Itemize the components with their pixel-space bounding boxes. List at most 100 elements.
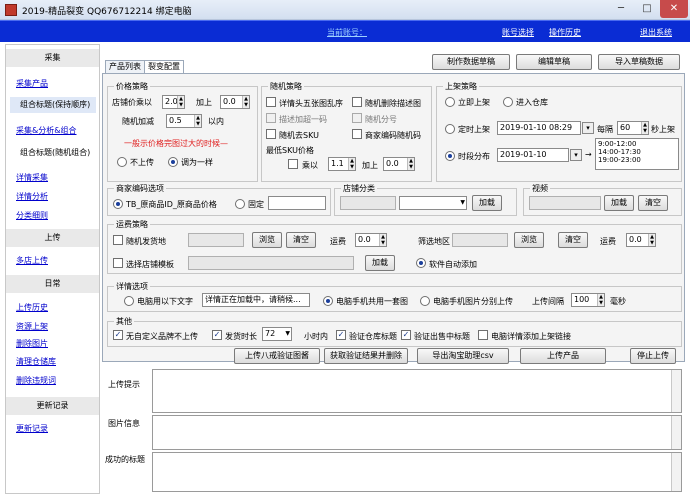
pc-text-input[interactable]: 详情正在加载中，请稍候... xyxy=(202,293,310,307)
image-info-textarea[interactable] xyxy=(152,415,682,450)
distribution-date-field[interactable]: 2019-01-10 xyxy=(497,148,569,162)
success-title-textarea[interactable] xyxy=(152,452,682,492)
sidebar-item-upload-history[interactable]: 上传历史 xyxy=(16,302,48,313)
shop-category-input[interactable] xyxy=(340,196,396,210)
sidebar-item-update-log[interactable]: 更新记录 xyxy=(16,423,48,434)
video-clear-button[interactable]: 清空 xyxy=(638,195,668,211)
time-distribution-radio[interactable] xyxy=(445,151,455,161)
sidebar-item-collect-product[interactable]: 采集产品 xyxy=(16,78,48,89)
filter-region-browse-button[interactable]: 浏览 xyxy=(514,232,544,248)
import-draft-button[interactable]: 导入草稿数据 xyxy=(598,54,680,70)
video-load-button[interactable]: 加载 xyxy=(604,195,634,211)
price-multiplier-stepper[interactable]: 2.0 ▲ ▼ xyxy=(162,95,185,109)
shuffle-detail-checkbox[interactable] xyxy=(266,97,276,107)
min-sku-multiply-stepper[interactable]: 1.1 ▲ ▼ xyxy=(328,157,356,171)
template-input[interactable] xyxy=(188,256,354,270)
warehouse-radio[interactable] xyxy=(503,97,513,107)
calendar-icon[interactable]: ▾ xyxy=(582,122,594,134)
history-link[interactable]: 操作历史 xyxy=(549,27,581,38)
video-input[interactable] xyxy=(529,196,601,210)
upload-product-button[interactable]: 上传产品 xyxy=(520,348,606,364)
template-load-button[interactable]: 加载 xyxy=(365,255,395,271)
close-button[interactable]: ✕ xyxy=(660,0,688,18)
scrollbar[interactable] xyxy=(671,416,681,449)
sidebar-item-collect-split[interactable]: 采集&分析&组合 xyxy=(16,125,76,136)
sidebar-item-detail-collect[interactable]: 详情采集 xyxy=(16,172,48,183)
export-csv-button[interactable]: 导出淘宝助理csv xyxy=(417,348,509,364)
choose-template-checkbox[interactable] xyxy=(113,258,123,268)
maximize-button[interactable]: □ xyxy=(634,0,660,18)
scrollbar[interactable] xyxy=(671,370,681,412)
no-brand-checkbox[interactable]: ✓ xyxy=(113,330,123,340)
sidebar-item-delete-violations[interactable]: 删除违规词 xyxy=(16,375,56,386)
sidebar-item-category-detail[interactable]: 分类细则 xyxy=(16,210,48,221)
scheduled-datetime-field[interactable]: 2019-01-10 08:29 xyxy=(497,121,581,135)
stop-upload-button[interactable]: 停止上传 xyxy=(630,348,676,364)
fixed-code-radio[interactable] xyxy=(235,199,245,209)
sidebar-item-delete-images[interactable]: 删除图片 xyxy=(16,338,48,349)
random-delete-desc-checkbox[interactable] xyxy=(352,97,362,107)
min-sku-add-stepper[interactable]: 0.0 ▲ ▼ xyxy=(383,157,415,171)
price-plus-stepper[interactable]: 0.0 ▲ ▼ xyxy=(220,95,250,109)
get-verify-result-button[interactable]: 获取验证结果并删除 xyxy=(324,348,408,364)
ship-from-browse-button[interactable]: 浏览 xyxy=(252,232,282,248)
tb-id-price-radio[interactable] xyxy=(113,199,123,209)
ship-time-select[interactable]: 72 ▼ xyxy=(262,327,292,341)
random-remove-sku-checkbox[interactable] xyxy=(266,129,276,139)
desc-add-code-checkbox[interactable] xyxy=(266,113,276,123)
shared-images-radio[interactable] xyxy=(323,296,333,306)
fee2-stepper[interactable]: 0.0 ▲ ▼ xyxy=(626,233,656,247)
separate-images-label: 电脑手机图片分别上传 xyxy=(433,297,513,306)
random-ship-from-checkbox[interactable] xyxy=(113,235,123,245)
upload-verify-image-button[interactable]: 上传八戒验证图酱 xyxy=(234,348,320,364)
desktop-detail-link-checkbox[interactable] xyxy=(478,330,488,340)
time-slot-item[interactable]: 9:00-12:00 xyxy=(598,140,676,148)
scheduled-listing-radio[interactable] xyxy=(445,124,455,134)
ship-from-input[interactable] xyxy=(188,233,244,247)
scrollbar[interactable] xyxy=(671,453,681,491)
current-account-link[interactable]: 当前账号： xyxy=(327,27,367,38)
make-data-draft-button[interactable]: 制作数据草稿 xyxy=(432,54,510,70)
filter-region-input[interactable] xyxy=(452,233,508,247)
calendar-dropdown-icon[interactable]: ▾ xyxy=(570,149,582,161)
pc-text-radio[interactable] xyxy=(124,296,134,306)
no-upload-radio[interactable] xyxy=(117,157,127,167)
account-select-link[interactable]: 账号选择 xyxy=(502,27,534,38)
sidebar-item-group-title-random[interactable]: 组合标题(随机组合) xyxy=(20,147,90,158)
price-plus-label: 加上 xyxy=(196,98,212,107)
sidebar-item-group-title-ordered[interactable]: 组合标题(保持顺序) xyxy=(10,97,96,113)
tab-product-list[interactable]: 产品列表 xyxy=(105,60,145,74)
immediate-listing-radio[interactable] xyxy=(445,97,455,107)
filter-region-clear-button[interactable]: 清空 xyxy=(558,232,588,248)
auto-add-radio[interactable] xyxy=(416,258,426,268)
upload-tip-label: 上传提示 xyxy=(108,380,140,389)
separate-images-radio[interactable] xyxy=(420,296,430,306)
merchant-code-random-checkbox[interactable] xyxy=(352,129,362,139)
min-sku-multiply-checkbox[interactable] xyxy=(288,159,298,169)
time-slot-list[interactable]: 9:00-12:00 14:00-17:30 19:00-23:00 xyxy=(595,138,679,170)
minimize-button[interactable]: ─ xyxy=(608,0,634,18)
random-add-stepper[interactable]: 0.5 ▲ ▼ xyxy=(166,114,202,128)
ship-from-clear-button[interactable]: 清空 xyxy=(286,232,316,248)
upload-tip-textarea[interactable] xyxy=(152,369,682,413)
shop-category-select[interactable]: ▼ xyxy=(399,196,467,210)
sidebar-item-shop-upload[interactable]: 资源上架 xyxy=(16,321,48,332)
sidebar-item-detail-analysis[interactable]: 详情分析 xyxy=(16,191,48,202)
sidebar-item-multi-upload[interactable]: 多店上传 xyxy=(16,255,48,266)
verify-sold-title-checkbox[interactable]: ✓ xyxy=(401,330,411,340)
verify-warehouse-title-checkbox[interactable]: ✓ xyxy=(336,330,346,340)
interval-seconds-stepper[interactable]: 60 ▲ ▼ xyxy=(617,121,649,135)
ship-time-checkbox[interactable]: ✓ xyxy=(212,330,222,340)
time-slot-item[interactable]: 14:00-17:30 xyxy=(598,148,676,156)
adjust-same-radio[interactable] xyxy=(168,157,178,167)
fixed-code-input[interactable] xyxy=(268,196,326,210)
sidebar-item-clear-listing[interactable]: 清理仓储库 xyxy=(16,356,56,367)
fee1-stepper[interactable]: 0.0 ▲ ▼ xyxy=(355,233,387,247)
random-number-checkbox[interactable] xyxy=(352,113,362,123)
shop-category-load-button[interactable]: 加载 xyxy=(472,195,502,211)
sidebar: 采集 采集产品 组合标题(保持顺序) 采集&分析&组合 组合标题(随机组合) 详… xyxy=(5,44,100,494)
logout-link[interactable]: 退出系统 xyxy=(640,27,672,38)
upload-interval-stepper[interactable]: 100 ▲ ▼ xyxy=(571,293,605,307)
edit-draft-button[interactable]: 编辑草稿 xyxy=(516,54,592,70)
time-slot-item[interactable]: 19:00-23:00 xyxy=(598,156,676,164)
